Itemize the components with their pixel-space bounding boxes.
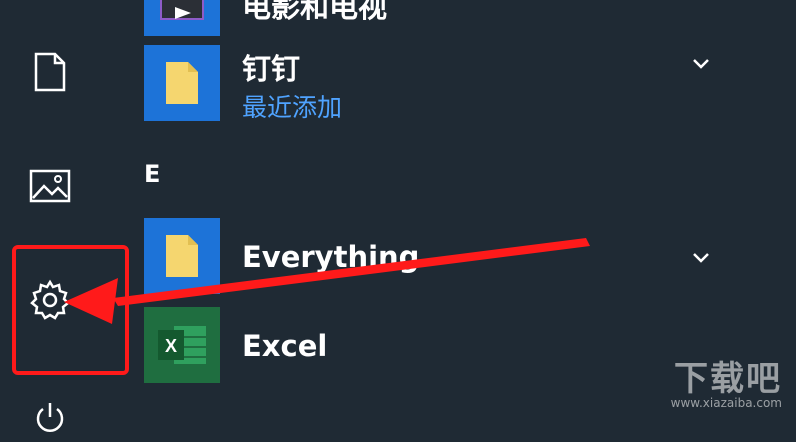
excel-icon: X: [158, 326, 206, 364]
everything-tile[interactable]: [144, 218, 220, 294]
recently-added-label: 最近添加: [242, 93, 343, 122]
folder-icon: [166, 235, 198, 277]
watermark-main: 下载吧: [674, 359, 782, 399]
excel-tile[interactable]: X: [144, 307, 220, 383]
power-icon[interactable]: [26, 394, 74, 442]
documents-icon[interactable]: [26, 48, 74, 96]
movies-tv-tile[interactable]: [144, 0, 220, 36]
app-name-dingtalk[interactable]: 钉钉: [242, 46, 300, 88]
dingtalk-tile[interactable]: [144, 45, 220, 121]
highlight-box: [12, 245, 129, 375]
app-name-excel[interactable]: Excel: [242, 329, 327, 363]
watermark-url: www.xiazaiba.com: [670, 396, 782, 410]
chevron-down-icon[interactable]: [690, 52, 712, 74]
excel-letter: X: [165, 336, 177, 356]
watermark: 下载吧 www.xiazaiba.com: [671, 351, 782, 410]
section-header-e[interactable]: E: [144, 160, 160, 188]
app-name-movies-tv[interactable]: 电影和电视: [242, 0, 387, 26]
app-name-everything[interactable]: Everything: [242, 240, 419, 274]
pictures-icon[interactable]: [26, 162, 74, 210]
folder-icon: [166, 62, 198, 104]
movies-tv-icon: [160, 0, 204, 20]
chevron-down-icon[interactable]: [690, 246, 712, 268]
